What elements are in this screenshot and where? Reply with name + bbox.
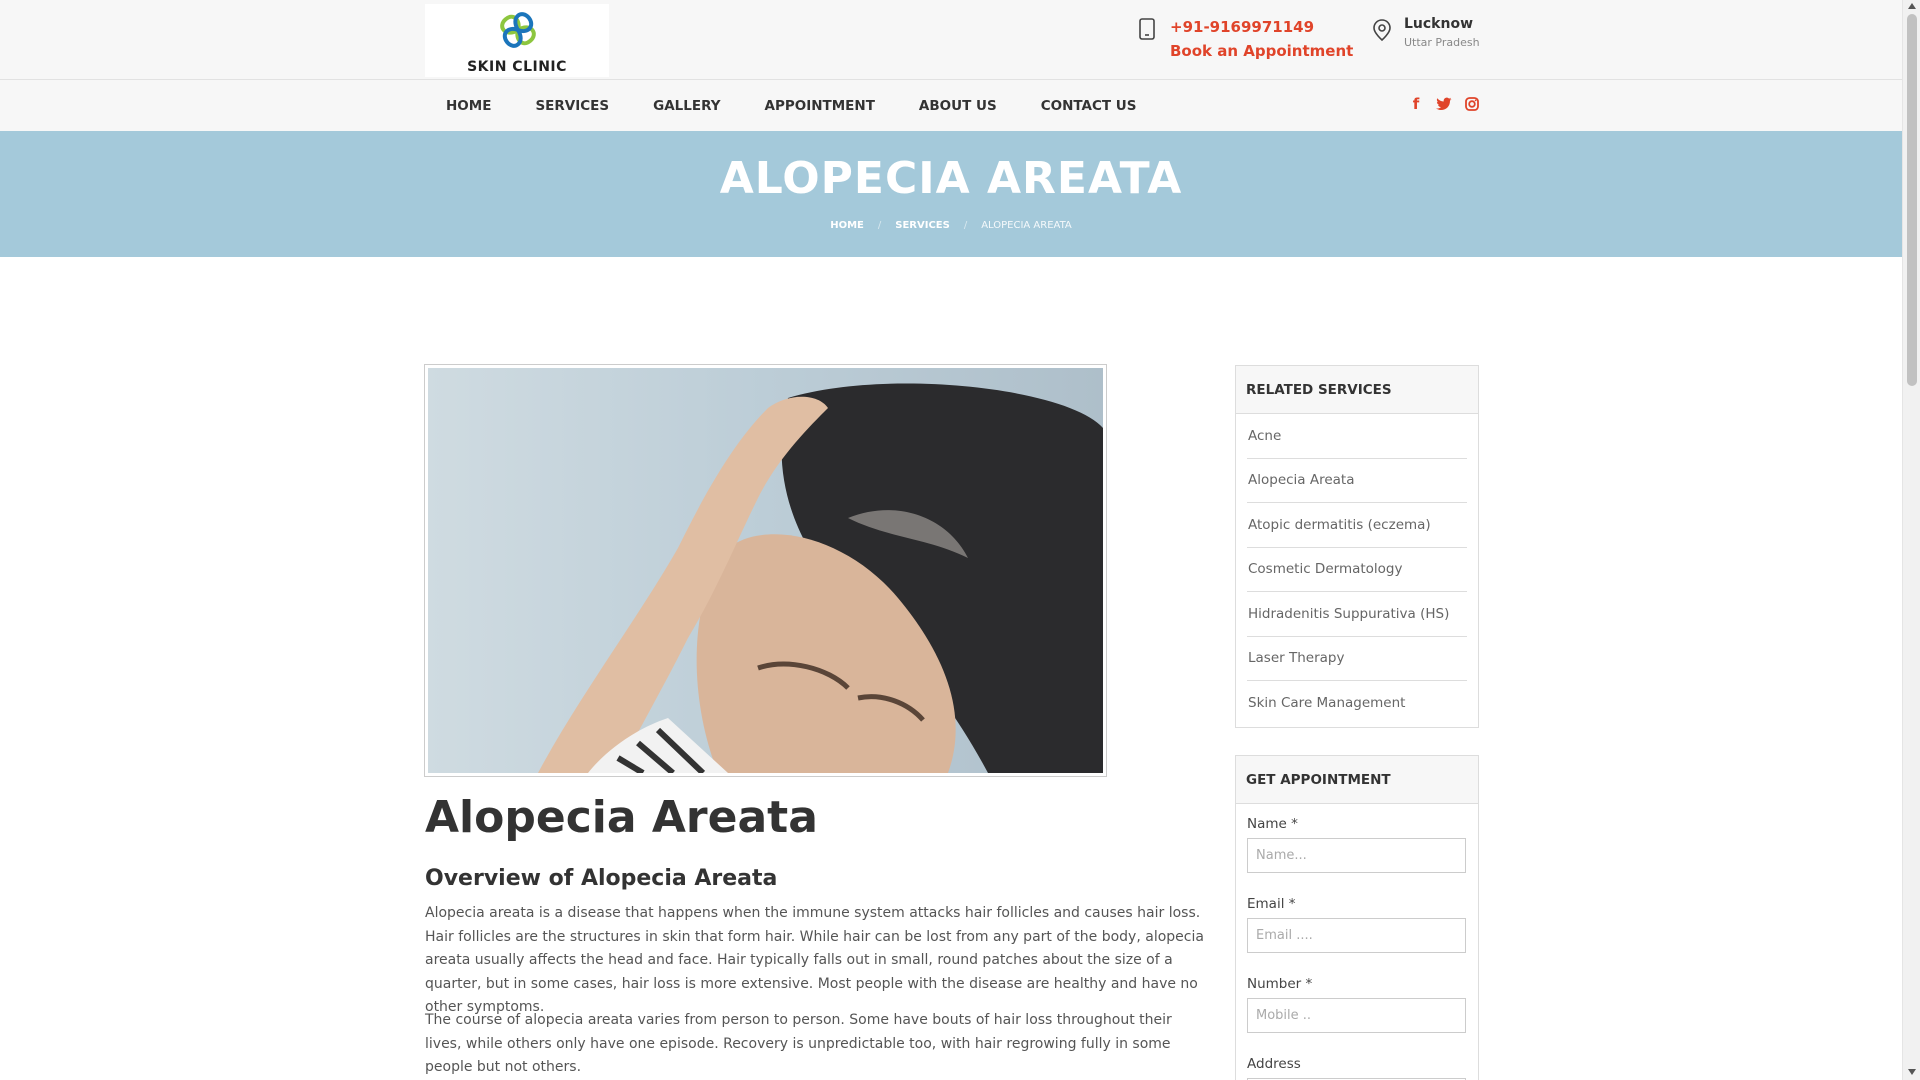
nav-appointment[interactable]: APPOINTMENT <box>743 98 897 114</box>
breadcrumb-home[interactable]: HOME <box>830 220 864 231</box>
breadcrumb-current: ALOPECIA AREATA <box>981 220 1072 231</box>
nav-about-us[interactable]: ABOUT US <box>897 98 1019 114</box>
scroll-thumb[interactable] <box>1907 14 1917 386</box>
breadcrumb: HOME / SERVICES / ALOPECIA AREATA <box>0 220 1902 231</box>
page-banner: ALOPECIA AREATA HOME / SERVICES / ALOPECIA A… <box>0 131 1902 257</box>
scroll-down-arrow-icon[interactable] <box>1908 1069 1916 1075</box>
phone-number-link[interactable]: +91-9169971149 <box>1170 18 1314 36</box>
page-title: ALOPECIA AREATA <box>719 153 1183 204</box>
name-label: Name * <box>1247 816 1298 832</box>
location-pin-icon <box>1373 19 1391 42</box>
number-label: Number * <box>1247 976 1313 992</box>
facebook-icon[interactable]: f <box>1408 95 1424 113</box>
related-services-panel: RELATED SERVICES Acne Alopecia Areata At… <box>1235 365 1479 728</box>
nav-home[interactable]: HOME <box>425 98 513 114</box>
article-paragraph: Alopecia areata is a disease that happen… <box>425 905 1204 1015</box>
related-service-link[interactable]: Alopecia Areata <box>1247 459 1467 503</box>
page-scrollbar[interactable] <box>1902 0 1920 1080</box>
mobile-field[interactable] <box>1247 998 1466 1033</box>
nav-contact-us[interactable]: CONTACT US <box>1019 98 1159 114</box>
instagram-icon[interactable] <box>1464 95 1480 113</box>
top-header: SKIN CLINIC +91-9169971149 Book an Appoi… <box>0 0 1902 80</box>
related-services-heading: RELATED SERVICES <box>1236 366 1478 414</box>
appointment-panel: GET APPOINTMENT Name * Email * Number * … <box>1235 755 1479 1080</box>
logo-text: SKIN CLINIC <box>467 59 567 75</box>
email-field[interactable] <box>1247 918 1466 953</box>
related-service-link[interactable]: Atopic dermatitis (eczema) <box>1247 503 1467 548</box>
breadcrumb-separator: / <box>963 220 968 231</box>
breadcrumb-services[interactable]: SERVICES <box>895 220 950 231</box>
book-appointment-link[interactable]: Book an Appointment <box>1170 42 1353 60</box>
breadcrumb-separator: / <box>877 220 882 231</box>
article-paragraph: The course of alopecia areata varies fro… <box>425 1012 1172 1075</box>
nav-gallery[interactable]: GALLERY <box>631 98 742 114</box>
service-image <box>428 368 1103 773</box>
article-subtitle: Overview of Alopecia Areata <box>425 866 778 891</box>
twitter-icon[interactable] <box>1436 95 1452 113</box>
address-label: Address <box>1247 1056 1301 1072</box>
city-label: Lucknow <box>1404 16 1474 32</box>
alopecia-photo-illustration <box>428 368 1103 773</box>
email-label: Email * <box>1247 896 1296 912</box>
related-service-link[interactable]: Acne <box>1247 414 1467 459</box>
state-label: Uttar Pradesh <box>1404 36 1480 49</box>
related-service-link[interactable]: Skin Care Management <box>1247 681 1467 726</box>
appointment-heading: GET APPOINTMENT <box>1236 756 1478 804</box>
related-service-link[interactable]: Cosmetic Dermatology <box>1247 548 1467 592</box>
related-service-link[interactable]: Hidradenitis Suppurativa (HS) <box>1247 592 1467 637</box>
related-service-link[interactable]: Laser Therapy <box>1247 637 1467 681</box>
logo[interactable]: SKIN CLINIC <box>425 4 609 77</box>
mobile-phone-icon <box>1139 18 1155 40</box>
nav-services[interactable]: SERVICES <box>513 98 631 114</box>
main-nav: HOME SERVICES GALLERY APPOINTMENT ABOUT … <box>0 80 1902 131</box>
service-image-frame <box>424 364 1107 777</box>
scroll-up-arrow-icon[interactable] <box>1908 3 1916 9</box>
appointment-form: Name * Email * Number * Address <box>1236 804 1478 1080</box>
name-field[interactable] <box>1247 838 1466 873</box>
article-title: Alopecia Areata <box>425 792 818 843</box>
social-links: f <box>1408 95 1480 113</box>
clinic-logo-icon <box>500 12 536 48</box>
